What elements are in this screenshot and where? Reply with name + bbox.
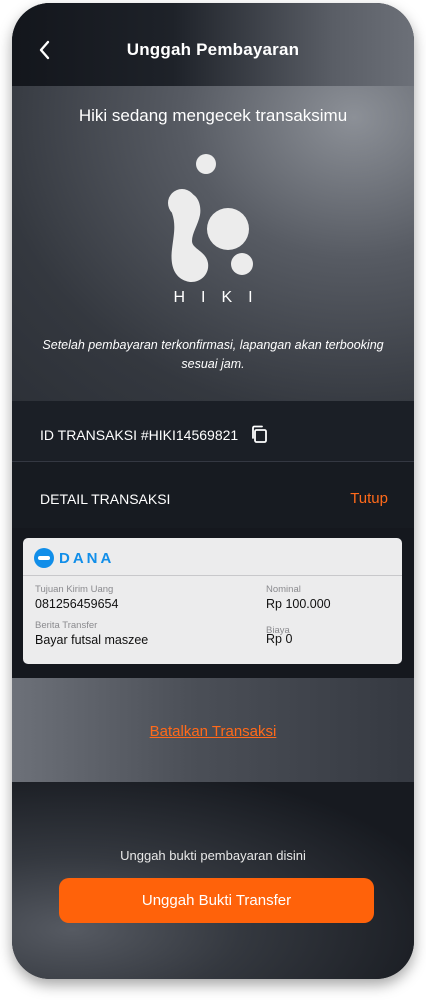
- nominal-value: Rp 100.000: [266, 597, 331, 611]
- transaction-id-row: ID TRANSAKSI #HIKI14569821: [12, 401, 414, 462]
- destination-label: Tujuan Kirim Uang: [35, 584, 114, 595]
- nominal-label: Nominal: [266, 584, 301, 595]
- collapse-detail-link[interactable]: Tutup: [350, 490, 388, 507]
- dana-icon: [34, 548, 54, 568]
- provider-name: DANA: [59, 549, 115, 567]
- payment-card-area: DANA Tujuan Kirim Uang 081256459654 Nomi…: [12, 528, 414, 678]
- transaction-detail-row: DETAIL TRANSAKSI Tutup: [12, 462, 414, 528]
- payment-card: DANA Tujuan Kirim Uang 081256459654 Nomi…: [23, 538, 402, 664]
- confirmation-note: Setelah pembayaran terkonfirmasi, lapang…: [42, 338, 384, 371]
- cancel-section: Batalkan Transaksi: [12, 678, 414, 782]
- brand-wordmark: HIKI: [173, 289, 269, 306]
- message-label: Berita Transfer: [35, 620, 98, 631]
- copy-icon[interactable]: [250, 425, 268, 443]
- fee-value: Rp 0: [266, 632, 293, 646]
- destination-value: 081256459654: [35, 597, 119, 611]
- app-header: Unggah Pembayaran: [12, 3, 414, 86]
- upload-section: Unggah bukti pembayaran disini Unggah Bu…: [12, 782, 414, 979]
- card-divider: [23, 575, 402, 576]
- status-hero: Hiki sedang mengecek transaksimu HIKI Se…: [12, 86, 414, 401]
- dana-logo: DANA: [34, 547, 114, 569]
- page-title: Unggah Pembayaran: [126, 40, 300, 59]
- upload-note: Unggah bukti pembayaran disini: [120, 848, 306, 863]
- upload-proof-button[interactable]: Unggah Bukti Transfer: [59, 878, 374, 923]
- status-title: Hiki sedang mengecek transaksimu: [78, 106, 348, 125]
- message-value: Bayar futsal maszee: [35, 633, 149, 647]
- phone-frame: Unggah Pembayaran Hiki sedang mengecek t…: [12, 3, 414, 979]
- detail-heading: DETAIL TRANSAKSI: [40, 491, 171, 507]
- transaction-id: ID TRANSAKSI #HIKI14569821: [40, 427, 239, 443]
- cancel-transaction-link[interactable]: Batalkan Transaksi: [12, 723, 414, 740]
